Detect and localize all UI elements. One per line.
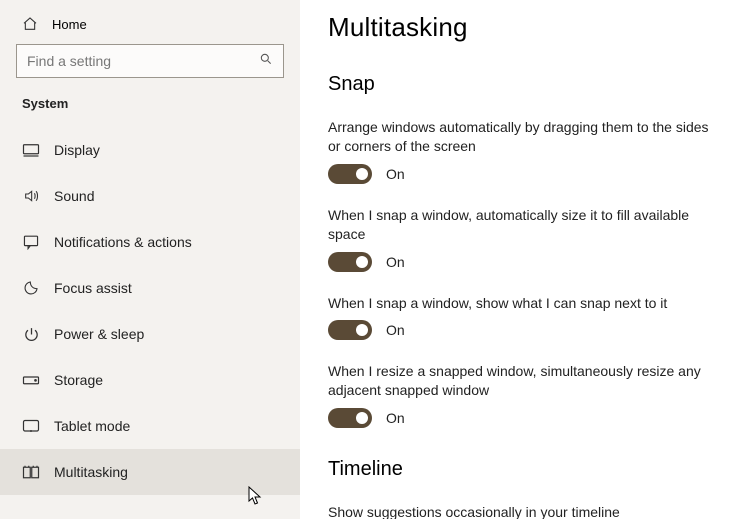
setting-desc: When I snap a window, automatically size… xyxy=(328,206,722,244)
sidebar-item-display[interactable]: Display xyxy=(0,127,300,173)
sidebar-item-label: Sound xyxy=(54,188,94,204)
setting-timeline-suggestions: Show suggestions occasionally in your ti… xyxy=(328,503,722,519)
sidebar-item-notifications[interactable]: Notifications & actions xyxy=(0,219,300,265)
toggle-state: On xyxy=(386,166,405,182)
toggle-snap-autosize[interactable] xyxy=(328,252,372,272)
toggle-row: On xyxy=(328,164,722,184)
sound-icon xyxy=(22,188,40,204)
sidebar-item-storage[interactable]: Storage xyxy=(0,357,300,403)
sidebar-item-power[interactable]: Power & sleep xyxy=(0,311,300,357)
setting-desc: Show suggestions occasionally in your ti… xyxy=(328,503,722,519)
toggle-row: On xyxy=(328,252,722,272)
setting-snap-show-next: When I snap a window, show what I can sn… xyxy=(328,294,722,341)
storage-icon xyxy=(22,373,40,387)
nav: Display Sound Notifications & actions Fo… xyxy=(0,127,300,495)
multitasking-icon xyxy=(22,465,40,480)
setting-snap-arrange: Arrange windows automatically by draggin… xyxy=(328,118,722,184)
setting-snap-resize: When I resize a snapped window, simultan… xyxy=(328,362,722,428)
page-title: Multitasking xyxy=(328,12,722,43)
toggle-state: On xyxy=(386,254,405,270)
toggle-state: On xyxy=(386,410,405,426)
search-box[interactable] xyxy=(16,44,284,78)
sidebar-item-label: Display xyxy=(54,142,100,158)
sidebar-item-label: Notifications & actions xyxy=(54,234,192,250)
display-icon xyxy=(22,143,40,157)
sidebar-item-sound[interactable]: Sound xyxy=(0,173,300,219)
tablet-mode-icon xyxy=(22,419,40,434)
group-timeline-heading: Timeline xyxy=(328,458,722,481)
sidebar-item-label: Tablet mode xyxy=(54,418,130,434)
toggle-state: On xyxy=(386,322,405,338)
setting-desc: Arrange windows automatically by draggin… xyxy=(328,118,722,156)
group-snap-heading: Snap xyxy=(328,73,722,96)
toggle-row: On xyxy=(328,408,722,428)
sidebar-item-label: Power & sleep xyxy=(54,326,144,342)
toggle-snap-resize[interactable] xyxy=(328,408,372,428)
section-label: System xyxy=(0,92,300,121)
search-input[interactable] xyxy=(27,53,253,69)
sidebar-item-tablet-mode[interactable]: Tablet mode xyxy=(0,403,300,449)
sidebar-item-label: Focus assist xyxy=(54,280,132,296)
home-label: Home xyxy=(52,17,87,32)
notifications-icon xyxy=(22,234,40,250)
toggle-row: On xyxy=(328,320,722,340)
sidebar-item-label: Storage xyxy=(54,372,103,388)
sidebar: Home System Display Sound No xyxy=(0,0,300,519)
sidebar-item-multitasking[interactable]: Multitasking xyxy=(0,449,300,495)
main: Multitasking Snap Arrange windows automa… xyxy=(300,0,750,519)
power-icon xyxy=(22,326,40,343)
sidebar-item-label: Multitasking xyxy=(54,464,128,480)
toggle-snap-arrange[interactable] xyxy=(328,164,372,184)
search-icon xyxy=(259,52,273,71)
focus-assist-icon xyxy=(22,280,40,296)
setting-desc: When I snap a window, show what I can sn… xyxy=(328,294,722,313)
home-icon xyxy=(22,16,38,32)
toggle-snap-show-next[interactable] xyxy=(328,320,372,340)
search-wrap xyxy=(0,44,300,92)
setting-desc: When I resize a snapped window, simultan… xyxy=(328,362,722,400)
home-button[interactable]: Home xyxy=(0,6,300,44)
sidebar-item-focus-assist[interactable]: Focus assist xyxy=(0,265,300,311)
setting-snap-autosize: When I snap a window, automatically size… xyxy=(328,206,722,272)
